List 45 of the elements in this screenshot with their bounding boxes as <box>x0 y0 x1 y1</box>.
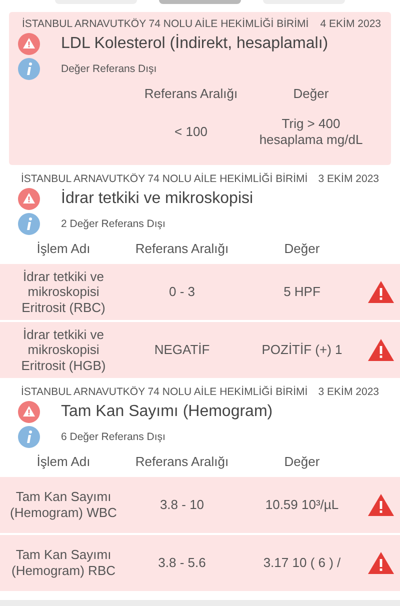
warning-icon <box>18 401 40 423</box>
out-of-range-note: Değer Referans Dışı <box>61 63 157 75</box>
reference-range: NEGATİF <box>153 342 211 358</box>
warning-icon <box>367 493 395 517</box>
test-title: LDL Kolesterol (İndirekt, hesaplamalı) <box>61 35 328 53</box>
tab[interactable] <box>159 0 241 4</box>
facility-name: İSTANBUL ARNAVUTKÖY 74 NOLU AİLE HEKİMLİĞİ BİRİMİ <box>21 173 308 185</box>
reference-range: 0 - 3 <box>168 284 196 300</box>
facility-name: İSTANBUL ARNAVUTKÖY 74 NOLU AİLE HEKİMLİĞİ BİRİMİ <box>21 386 308 398</box>
result-date: 3 EKİM 2023 <box>318 173 379 185</box>
column-header: Referans Aralığı <box>143 85 239 103</box>
out-of-range-note: 6 Değer Referans Dışı <box>61 431 166 443</box>
column-header: Değer <box>283 240 321 258</box>
test-name: Tam Kan Sayımı (Hemogram) WBC <box>9 489 118 521</box>
column-header: Değer <box>283 453 321 471</box>
reference-range: 3.8 - 10 <box>158 497 206 513</box>
column-header: Değer <box>292 85 330 103</box>
column-header: İşlem Adı <box>36 240 92 258</box>
result-value: 10.59 10³/µL <box>264 497 340 513</box>
result-value: 3.17 10 ( 6 ) / <box>262 555 342 571</box>
info-icon <box>18 58 40 80</box>
result-value: Trig > 400 hesaplama mg/dL <box>258 116 364 148</box>
result-date: 3 EKİM 2023 <box>318 386 379 398</box>
test-name: İdrar tetkiki ve mikroskopisi Eritrosit (HGB) <box>20 326 107 374</box>
warning-icon <box>367 280 395 304</box>
test-title: Tam Kan Sayımı (Hemogram) <box>61 403 273 421</box>
column-header: Referans Aralığı <box>134 453 230 471</box>
reference-range: 3.8 - 5.6 <box>157 555 207 571</box>
result-value: 5 HPF <box>282 284 322 300</box>
warning-icon <box>18 188 40 210</box>
result-date: 4 EKİM 2023 <box>320 18 381 30</box>
info-icon <box>18 213 40 235</box>
test-name: İdrar tetkiki ve mikroskopisi Eritrosit (RBC) <box>20 268 106 316</box>
info-icon <box>18 426 40 448</box>
warning-icon <box>367 338 395 362</box>
reference-range: < 100 <box>174 124 208 140</box>
warning-icon <box>367 551 395 575</box>
warning-icon <box>18 33 40 55</box>
test-title: İdrar tetkiki ve mikroskopisi <box>61 190 254 208</box>
out-of-range-note: 2 Değer Referans Dışı <box>61 218 166 230</box>
test-name: Tam Kan Sayımı (Hemogram) RBC <box>10 547 116 579</box>
column-header: Referans Aralığı <box>134 240 230 258</box>
facility-name: İSTANBUL ARNAVUTKÖY 74 NOLU AİLE HEKİMLİĞİ BİRİMİ <box>22 18 309 30</box>
result-value: POZİTİF (+) 1 <box>260 342 344 358</box>
column-header: İşlem Adı <box>36 453 92 471</box>
